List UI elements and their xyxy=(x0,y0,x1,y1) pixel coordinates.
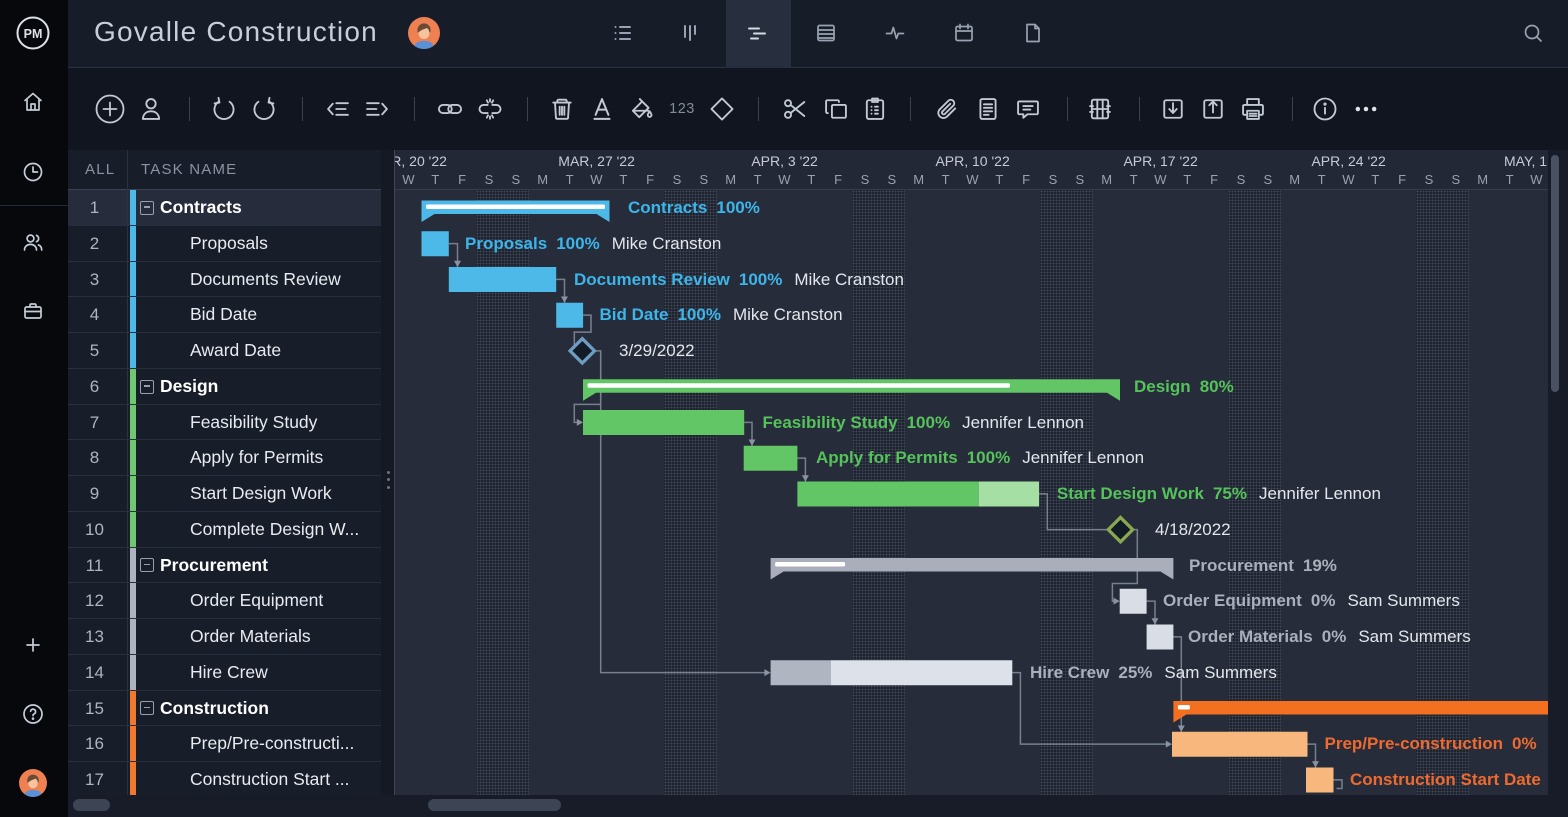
svg-text:PM: PM xyxy=(24,27,43,41)
